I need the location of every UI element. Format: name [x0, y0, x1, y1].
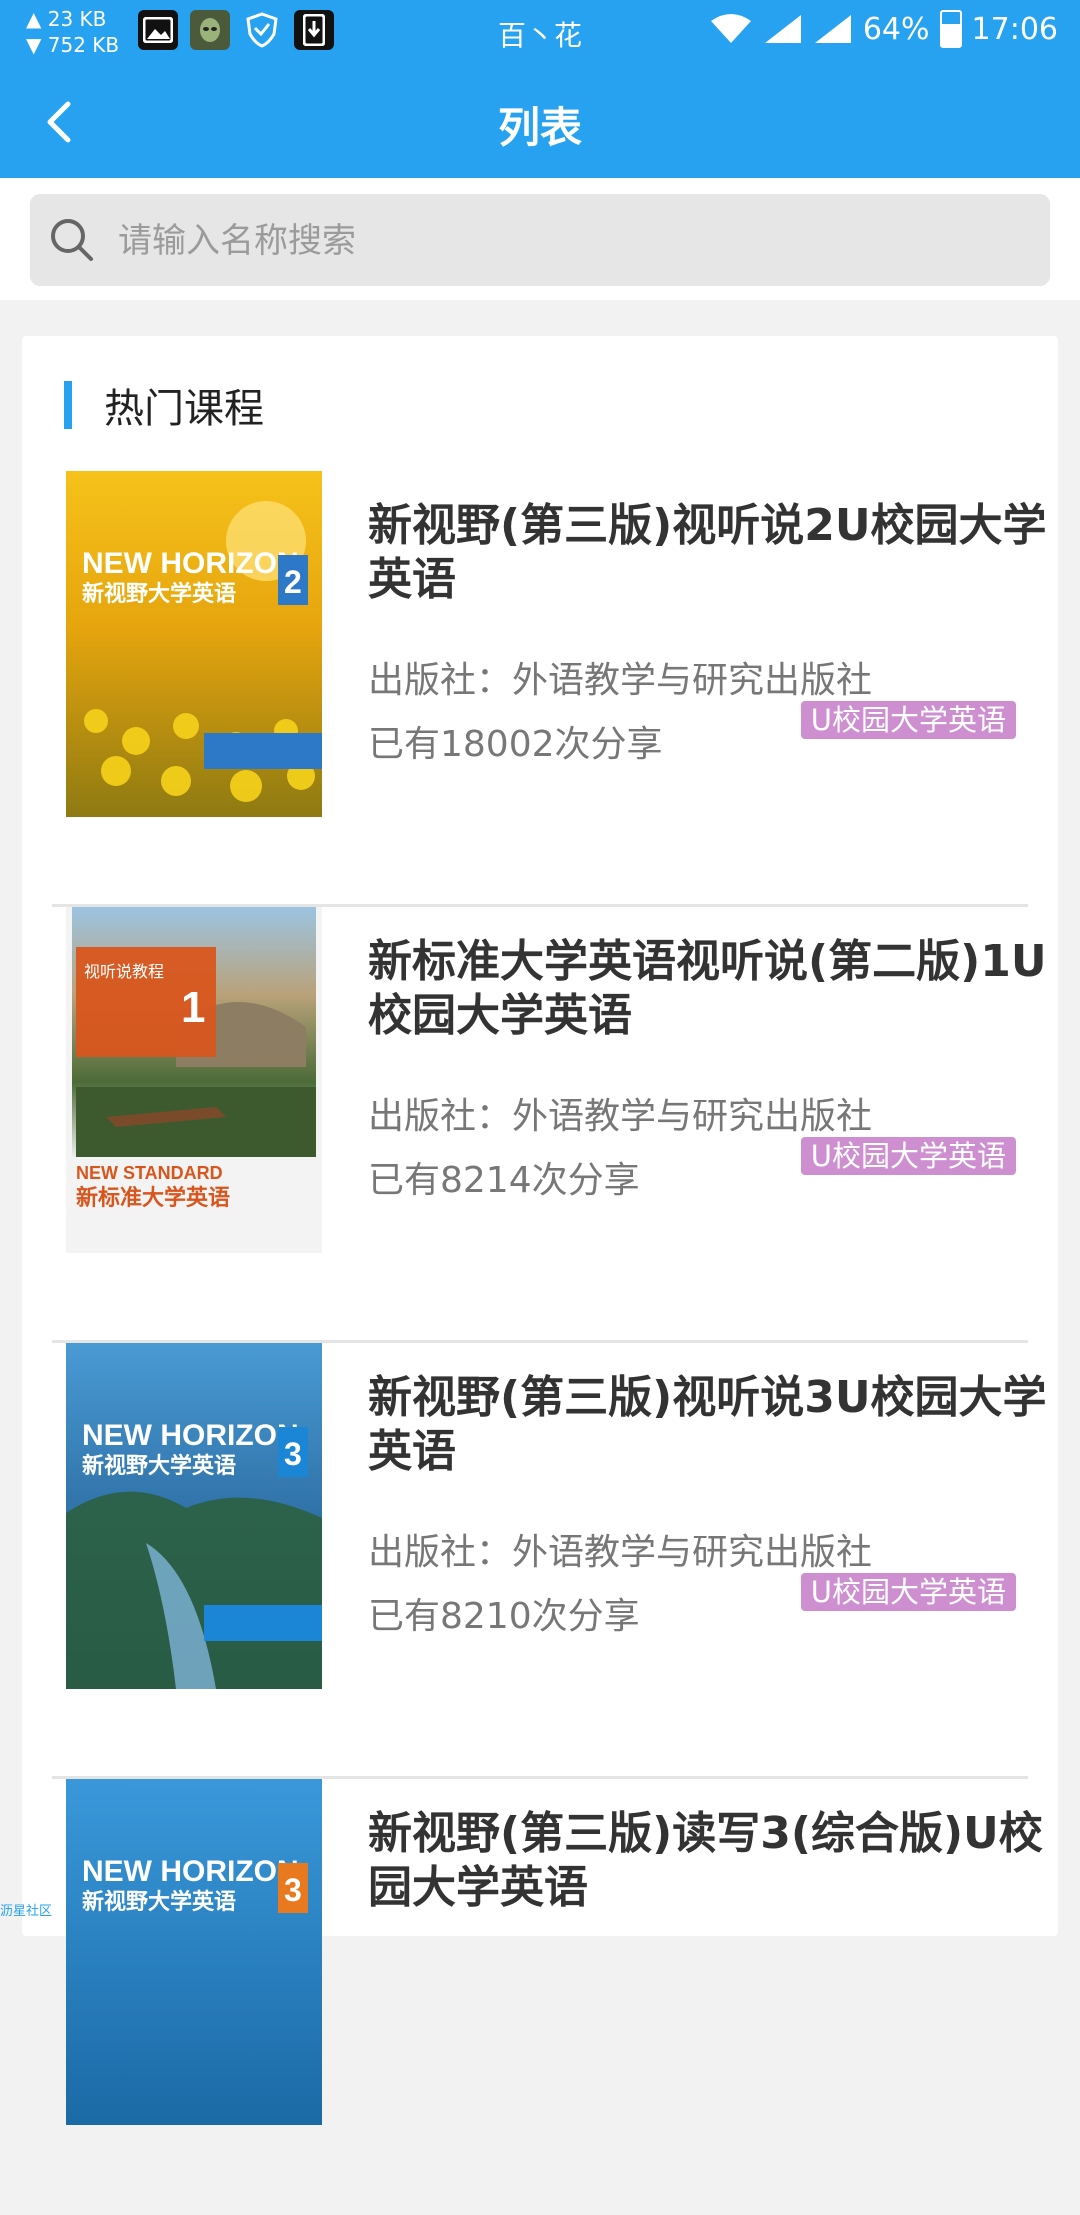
signal-icon [814, 15, 851, 43]
course-publisher: 出版社：外语教学与研究出版社 [368, 1532, 873, 1573]
course-tag: U校园大学英语 [800, 701, 1016, 739]
course-list-card: 热门课程 NEW HORIZON 新视野大学英语 2 新视野(第三版)视听说2U… [22, 336, 1058, 2125]
cover-number: 2 [284, 564, 302, 600]
course-publisher: 出版社：外语教学与研究出版社 [368, 660, 873, 701]
status-bar: ▲ 23 KB ▼ 752 KB 百丶花 64% 17:06 [0, 0, 1080, 66]
course-item[interactable]: NEW HORIZON 新视野大学英语 3 新视野(第三版)视听说3U校园大学英… [22, 1343, 1058, 1779]
course-cover-image: NEW HORIZON 新视野大学英语 3 [66, 1343, 322, 1689]
search-input[interactable] [116, 194, 1020, 288]
cover-number: 3 [284, 1436, 302, 1472]
course-cover-image: NEW HORIZON 新视野大学英语 2 [66, 471, 322, 817]
course-share-count: 已有8214次分享 [368, 1160, 640, 1201]
cover-title: 新标准大学英语 [76, 1185, 230, 1211]
course-title: 新标准大学英语视听说(第二版)1U校园大学英语 [368, 936, 1047, 1041]
course-tag: U校园大学英语 [800, 1573, 1016, 1611]
course-publisher: 出版社：外语教学与研究出版社 [368, 1096, 873, 1137]
course-cover-image: NEW HORIZON 新视野大学英语 3 [66, 1779, 322, 2125]
search-area [0, 178, 1080, 300]
page-title: 列表 [497, 103, 582, 152]
cover-brand: NEW STANDARD [76, 1163, 223, 1183]
svg-text:视听说教程: 视听说教程 [84, 962, 164, 981]
course-item[interactable]: NEW HORIZON 新视野大学英语 2 新视野(第三版)视听说2U校园大学英… [22, 471, 1058, 907]
cover-title: 新视野大学英语 [82, 1889, 236, 1915]
search-box[interactable] [30, 194, 1050, 288]
battery-icon [939, 10, 962, 48]
navigation-bar: 列表 [0, 66, 1080, 178]
section-accent-bar [64, 381, 72, 429]
cover-brand: NEW HORIZON [82, 1855, 299, 1888]
course-item[interactable]: 视听说教程 1 NEW STANDARD 新标准大学英语 新标准大学英语视听说(… [22, 907, 1058, 1343]
course-title: 新视野(第三版)视听说2U校园大学英语 [368, 500, 1047, 605]
course-share-count: 已有18002次分享 [368, 724, 663, 765]
section-header: 热门课程 [64, 380, 264, 432]
course-item[interactable]: NEW HORIZON 新视野大学英语 3 新视野(第三版)读写3(综合版)U校… [22, 1779, 1058, 2215]
battery-percent: 64% [862, 11, 930, 47]
cover-brand: NEW HORIZON [82, 547, 299, 580]
course-tag: U校园大学英语 [800, 1137, 1016, 1175]
wifi-icon [710, 14, 751, 43]
cover-title: 新视野大学英语 [82, 581, 236, 607]
search-icon [51, 219, 93, 261]
section-title: 热门课程 [104, 386, 264, 432]
cover-number: 1 [181, 983, 205, 1032]
course-title: 新视野(第三版)读写3(综合版)U校园大学英语 [368, 1808, 1043, 1913]
watermark: 沥星社区 [0, 1904, 53, 1919]
signal-icon [764, 15, 801, 43]
cover-title: 新视野大学英语 [82, 1453, 236, 1479]
course-cover-image: 视听说教程 1 NEW STANDARD 新标准大学英语 [66, 907, 322, 1253]
course-share-count: 已有8210次分享 [368, 1596, 640, 1637]
clock: 17:06 [971, 11, 1058, 47]
course-title: 新视野(第三版)视听说3U校园大学英语 [368, 1372, 1047, 1477]
cover-brand: NEW HORIZON [82, 1419, 299, 1452]
cover-number: 3 [284, 1872, 302, 1908]
